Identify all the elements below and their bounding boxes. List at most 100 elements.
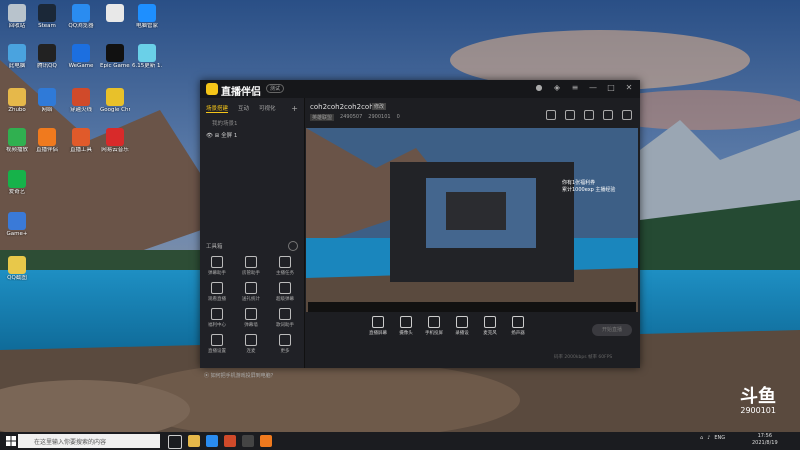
minimize-icon[interactable]: — [588,83,598,93]
qq-browser-icon [72,4,90,22]
desktop-update-shortcut[interactable]: 6.15更新 1.4 [132,44,162,69]
category-badge[interactable]: 英雄联盟 [310,114,335,121]
tools-collapse-icon[interactable] [288,241,298,251]
tool-icon [72,128,90,146]
tab-scene[interactable]: 场景搭建 [206,104,229,113]
task-view-icon[interactable] [168,435,182,449]
desktop-icon-label: 穿越火线 [69,107,92,113]
layer-item[interactable]: 👁 ⊞ 全屏 1 [200,127,304,139]
desktop-document-shortcut[interactable] [100,4,130,23]
desktop-icon-label: Epic Games Launcher [100,63,130,69]
maximize-icon[interactable]: □ [606,83,616,93]
bell-icon[interactable] [603,110,613,120]
close-icon[interactable]: ✕ [624,83,634,93]
player-icon [8,128,26,146]
desktop-icon-label: QQ截图 [7,275,27,281]
tool-item[interactable]: 弹幕墙 [234,308,268,328]
add-scene-button[interactable]: + [291,104,298,113]
tool-icon [211,334,223,346]
desktop-folder-shortcut[interactable]: Zhubo [2,88,32,113]
desktop-live-shortcut[interactable]: 直播伴侣 [32,128,62,153]
edit-title-button[interactable]: 修改 [372,103,387,110]
control-button[interactable]: 扬声器 [504,316,532,346]
tool-label: 观看直播 [208,297,226,302]
live-preview[interactable]: 你有1张福利券 累计1000exp 主播经验 [306,128,638,312]
control-button[interactable]: 摄像头 [392,316,420,346]
share-icon[interactable] [622,110,632,120]
desktop-epic-shortcut[interactable]: Epic Games Launcher [100,44,130,69]
edge-icon[interactable] [206,435,218,447]
wifi-icon[interactable]: ⌂ [700,435,703,441]
file-icon [8,256,26,274]
desktop-chrome-shortcut[interactable]: Google Chrome [100,88,130,113]
tab-interact[interactable]: 互动 [238,104,249,113]
game-icon [72,88,90,106]
desktop-qq-browser-shortcut[interactable]: QQ浏览器 [66,4,96,29]
control-button[interactable]: 直播屏幕 [364,316,392,346]
desktop-netease-shortcut[interactable]: 网易云音乐 [100,128,130,153]
desktop-iqiyi-shortcut[interactable]: 爱奇艺 [2,170,32,195]
control-button[interactable]: 麦克风 [476,316,504,346]
tool-item[interactable]: 更多 [268,334,302,354]
desktop-game-shortcut[interactable]: 穿越火线 [66,88,96,113]
language-indicator[interactable]: ENG [714,435,725,441]
control-label: 扬声器 [511,331,525,336]
desktop-icon-label: QQ浏览器 [68,23,94,29]
tab-visual[interactable]: 可视化 [259,104,276,113]
desktop-steam-shortcut[interactable]: Steam [32,4,62,29]
tool-item[interactable]: 直播设置 [200,334,234,354]
tool-label: 更多 [280,349,290,354]
help-hint[interactable]: ⦿ 如何把手机游戏投屏到电脑？ [204,372,276,379]
tool-item[interactable]: 歌词助手 [268,308,302,328]
document-icon [106,4,124,22]
steam-icon [38,4,56,22]
file-explorer-icon[interactable] [188,435,200,447]
douyu-watermark: 斗鱼 2900101 [740,388,776,416]
desktop-security-shortcut[interactable]: 电脑管家 [132,4,162,29]
tool-item[interactable]: 观看直播 [200,282,234,302]
control-button[interactable]: 录播设 [448,316,476,346]
tool-item[interactable]: 房管助手 [234,256,268,276]
scene-item[interactable]: 我的场景1 [200,113,304,127]
desktop-recycle-bin-shortcut[interactable]: 回收站 [2,4,32,29]
tool-item[interactable]: 送礼统计 [234,282,268,302]
desktop-qq-shortcut[interactable]: 腾讯QQ [32,44,62,69]
live-taskbar-icon[interactable] [260,435,272,447]
record-icon[interactable] [565,110,575,120]
clock[interactable]: 17:56 2021/8/19 [752,433,778,447]
tool-item[interactable]: 连麦 [234,334,268,354]
recycle-bin-icon [8,4,26,22]
control-bar: 直播屏幕 摄像头 手机投屏 录播设 麦克风 扬声器 [304,316,700,346]
tool-label: 连麦 [246,349,256,354]
tool-item[interactable]: 弹幕助手 [200,256,234,276]
watermark-room: 2900101 [740,406,776,415]
tool-item[interactable]: 福利中心 [200,308,234,328]
desktop-computer-shortcut[interactable]: 此电脑 [2,44,32,69]
tool-label: 直播设置 [208,349,226,354]
desktop-file-shortcut[interactable]: QQ截图 [2,256,32,281]
control-button[interactable]: 手机投屏 [420,316,448,346]
computer-icon [8,44,26,62]
game-taskbar-icon[interactable] [242,435,254,447]
tool-icon [279,308,291,320]
volume-icon[interactable]: ♪ [707,435,710,441]
desktop-control-panel-shortcut[interactable]: Game+ [2,212,32,237]
desktop-network-shortcut[interactable]: 网络 [32,88,62,113]
windows-start-icon[interactable] [6,436,16,446]
skin-icon[interactable]: ◈ [552,83,562,93]
start-live-button[interactable]: 开始直播 [592,324,632,336]
desktop-player-shortcut[interactable]: 视频播放 [2,128,32,153]
app-icon[interactable] [224,435,236,447]
tool-icon [245,282,257,294]
tool-item[interactable]: 超级弹幕 [268,282,302,302]
tool-item[interactable]: 主播任务 [268,256,302,276]
desktop-tool-shortcut[interactable]: 直播工具 [66,128,96,153]
desktop-wegame-shortcut[interactable]: WeGame [66,44,96,69]
gift-icon[interactable] [546,110,556,120]
avatar[interactable]: ● [534,83,544,93]
taskbar-search-input[interactable]: 在这里输入你要搜索的内容 [18,434,160,448]
menu-icon[interactable]: ≡ [570,83,580,93]
control-label: 麦克风 [483,331,497,336]
desktop-icon-label: Google Chrome [100,107,130,113]
screenshot-icon[interactable] [584,110,594,120]
